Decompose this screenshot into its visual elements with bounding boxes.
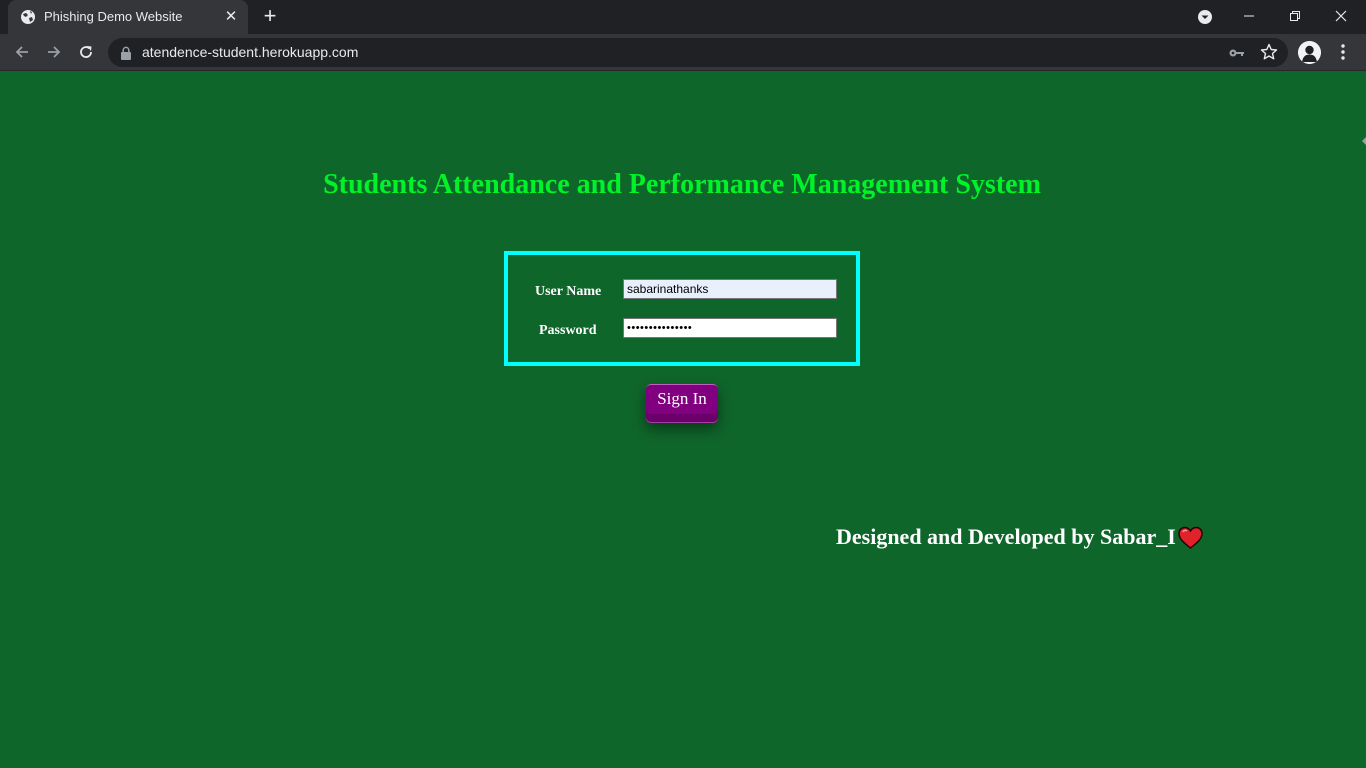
tab-search-icon[interactable] xyxy=(1195,7,1215,27)
sign-in-button[interactable]: Sign In xyxy=(646,384,718,423)
tab-title: Phishing Demo Website xyxy=(44,9,183,24)
bookmark-star-icon[interactable] xyxy=(1260,43,1278,61)
close-window-icon[interactable] xyxy=(1318,0,1364,32)
profile-avatar[interactable] xyxy=(1298,41,1321,64)
restore-icon[interactable] xyxy=(1272,0,1318,32)
scrollbar[interactable] xyxy=(1362,71,1366,151)
username-label: User Name xyxy=(535,284,602,299)
browser-titlebar: Phishing Demo Website ✕ + xyxy=(0,0,1366,34)
reload-icon[interactable] xyxy=(73,39,99,65)
page-title: Students Attendance and Performance Mana… xyxy=(323,169,1041,200)
more-menu-icon[interactable] xyxy=(1332,41,1354,63)
password-input[interactable] xyxy=(623,318,837,338)
lock-icon xyxy=(121,46,131,60)
username-input[interactable] xyxy=(623,279,837,299)
footer-credit: Designed and Developed by Sabar_I xyxy=(836,524,1176,549)
tab-close-icon[interactable]: ✕ xyxy=(222,8,240,26)
globe-icon xyxy=(21,10,35,24)
new-tab-button[interactable]: + xyxy=(258,5,282,29)
login-form: User Name Password xyxy=(504,251,860,366)
forward-arrow-icon[interactable] xyxy=(41,39,67,65)
minimize-icon[interactable] xyxy=(1226,0,1272,32)
browser-toolbar: atendence-student.herokuapp.com xyxy=(0,34,1366,71)
url-text: atendence-student.herokuapp.com xyxy=(142,44,359,60)
heart-icon xyxy=(1178,526,1203,549)
key-icon[interactable] xyxy=(1228,44,1246,62)
address-bar[interactable]: atendence-student.herokuapp.com xyxy=(108,38,1288,67)
password-label: Password xyxy=(539,323,597,338)
back-arrow-icon[interactable] xyxy=(9,39,35,65)
browser-tab[interactable]: Phishing Demo Website ✕ xyxy=(8,0,248,34)
